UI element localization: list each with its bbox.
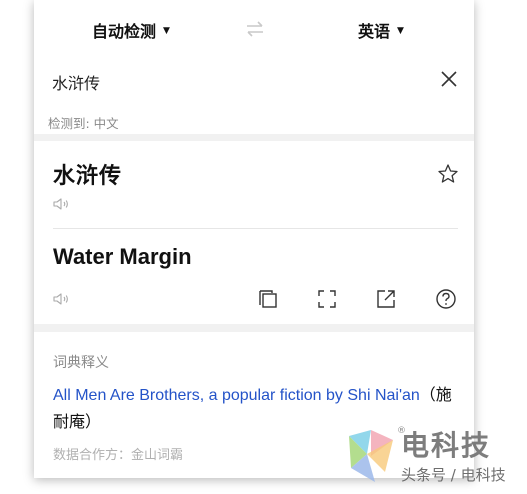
brand-logo-icon <box>349 430 393 482</box>
star-icon[interactable] <box>437 163 459 185</box>
result-source-word: 水浒传 <box>53 164 123 189</box>
language-bar: 自动检测 ▼ 英语 ▼ <box>34 0 474 60</box>
chevron-down-icon: ▼ <box>397 25 404 36</box>
fullscreen-icon[interactable] <box>316 288 338 310</box>
result-divider <box>53 228 458 229</box>
speaker-icon[interactable] <box>52 197 70 211</box>
watermark: ® 电科技 头条号 / 电科技 <box>345 424 525 492</box>
source-input-area[interactable]: 水浒传 检测到: 中文 <box>34 60 474 134</box>
detected-language: 检测到: 中文 <box>48 116 119 131</box>
source-language-selector[interactable]: 自动检测 ▼ <box>92 18 170 42</box>
target-language-label: 英语 <box>358 22 391 41</box>
share-icon[interactable] <box>375 288 397 310</box>
close-icon[interactable] <box>440 70 458 88</box>
help-icon[interactable] <box>435 288 457 310</box>
definition-english: All Men Are Brothers, a popular fiction … <box>53 387 420 404</box>
chevron-down-icon: ▼ <box>163 25 170 36</box>
copy-icon[interactable] <box>257 288 279 310</box>
target-language-selector[interactable]: 英语 ▼ <box>358 18 404 42</box>
translator-card: 自动检测 ▼ 英语 ▼ 水浒传 检测到: 中文 水浒传 Water Margin… <box>34 0 474 478</box>
dictionary-title: 词典释义 <box>53 355 109 371</box>
data-source-note: 数据合作方：金山词霸 <box>53 448 184 463</box>
translation-text: Water Margin <box>53 244 192 269</box>
watermark-brand: 电科技 <box>401 429 492 462</box>
swap-icon[interactable] <box>244 20 266 38</box>
source-language-label: 自动检测 <box>92 22 157 41</box>
source-input-text[interactable]: 水浒传 <box>52 70 100 94</box>
speaker-icon[interactable] <box>52 292 70 306</box>
watermark-subtitle: 头条号 / 电科技 <box>401 466 506 484</box>
translation-result: 水浒传 Water Margin <box>34 141 474 324</box>
